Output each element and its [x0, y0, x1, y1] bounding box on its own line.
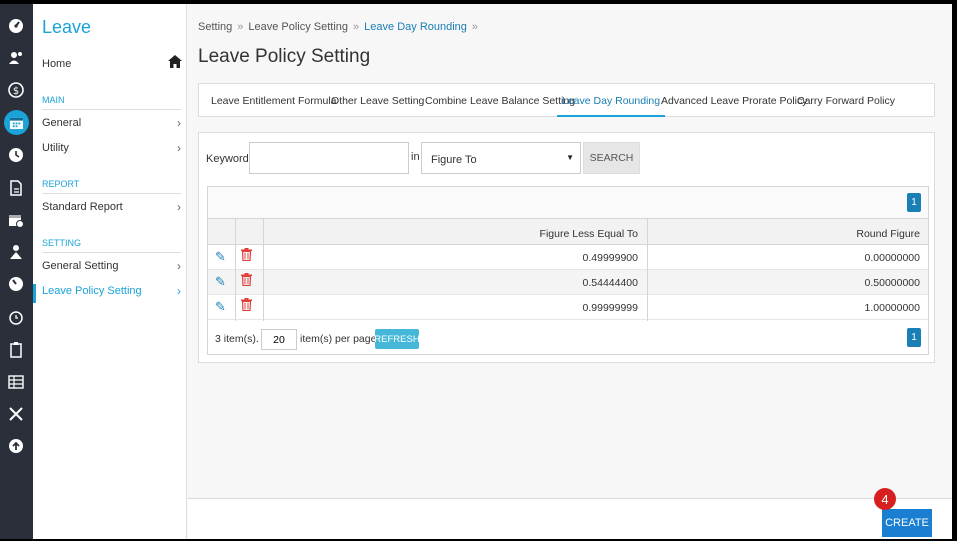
- items-count: 3 item(s).: [215, 333, 259, 345]
- grid-header: Figure Less Equal To Round Figure: [208, 219, 928, 245]
- document-icon[interactable]: [4, 176, 28, 200]
- pagination-page-top[interactable]: 1: [907, 193, 921, 212]
- refresh-button[interactable]: REFRESH: [374, 329, 420, 349]
- active-indicator: [33, 284, 36, 303]
- breadcrumb: Setting » Leave Policy Setting » Leave Day R…: [198, 21, 483, 33]
- tab-combine-leave-balance-setting[interactable]: Combine Leave Balance Setting: [423, 84, 577, 117]
- sidebar-item-label: Utility: [42, 142, 69, 154]
- column-header-figure-less-equal-to[interactable]: Figure Less Equal To: [468, 228, 638, 240]
- chevron-right-icon: ›: [177, 200, 181, 214]
- search-field-select[interactable]: Figure To ▼: [421, 142, 581, 174]
- sidebar-item-label: Home: [42, 58, 72, 70]
- sidebar-item-general-setting[interactable]: General Setting ›: [42, 259, 181, 273]
- sidebar-item-label: General: [42, 117, 82, 129]
- section-report: REPORT: [42, 179, 181, 194]
- tab-leave-day-rounding[interactable]: Leave Day Rounding: [557, 84, 666, 117]
- breadcrumb-item-setting[interactable]: Setting: [198, 21, 232, 33]
- grid-toolbar: 1: [208, 187, 928, 219]
- column-header-round-figure[interactable]: Round Figure: [648, 228, 920, 240]
- cell-figure-less-equal-to: 0.49999900: [582, 252, 638, 264]
- select-value: Figure To: [431, 154, 477, 166]
- chevron-right-icon: ›: [177, 116, 181, 130]
- edit-icon[interactable]: ✎: [215, 274, 226, 290]
- cell-figure-less-equal-to: 0.54444400: [582, 277, 638, 289]
- keyword-label: Keyword:: [206, 153, 252, 165]
- sidebar-item-standard-report[interactable]: Standard Report ›: [42, 200, 181, 214]
- clipboard-icon[interactable]: [4, 338, 28, 362]
- sidebar-item-utility[interactable]: Utility ›: [42, 141, 181, 155]
- section-main: MAIN: [42, 95, 181, 110]
- column-divider: [263, 219, 264, 321]
- trash-icon[interactable]: [241, 273, 254, 289]
- edit-icon[interactable]: ✎: [215, 249, 226, 265]
- table-row: ✎ 0.49999900 0.00000000: [208, 245, 928, 270]
- cell-round-figure: 0.00000000: [864, 252, 920, 264]
- table-icon[interactable]: [4, 370, 28, 394]
- edit-icon[interactable]: ✎: [215, 299, 226, 315]
- tab-other-leave-setting[interactable]: Other Leave Setting: [329, 84, 426, 117]
- column-divider: [235, 219, 236, 321]
- column-divider: [647, 219, 648, 321]
- breadcrumb-separator: »: [237, 21, 244, 33]
- dollar-icon[interactable]: $: [4, 78, 28, 102]
- tab-bar: Leave Entitlement Formula Other Leave Se…: [198, 83, 935, 117]
- icon-rail: $: [0, 4, 33, 539]
- sidebar-item-label: General Setting: [42, 260, 119, 272]
- chevron-right-icon: ›: [177, 284, 181, 298]
- sidebar: Leave Home MAIN General › Utility › REPO…: [33, 4, 187, 539]
- breadcrumb-separator: »: [471, 21, 479, 33]
- svg-text:$: $: [13, 86, 19, 97]
- tools-icon[interactable]: [4, 402, 28, 426]
- dashboard-icon[interactable]: [4, 14, 28, 38]
- create-button[interactable]: CREATE: [882, 509, 932, 537]
- step-badge: 4: [874, 488, 896, 510]
- users-icon[interactable]: [4, 46, 28, 70]
- sidebar-title: Leave: [42, 17, 92, 37]
- speedometer-icon[interactable]: [4, 272, 28, 296]
- table-row: ✎ 0.99999999 1.00000000: [208, 295, 928, 320]
- timer-icon[interactable]: [4, 305, 28, 329]
- search-button[interactable]: SEARCH: [583, 142, 640, 174]
- chevron-right-icon: ›: [177, 141, 181, 155]
- calendar-icon[interactable]: [4, 110, 29, 135]
- tab-carry-forward-policy[interactable]: Carry Forward Policy: [795, 84, 897, 117]
- clock-icon[interactable]: [4, 143, 28, 167]
- in-label: in: [411, 151, 420, 163]
- caret-down-icon: ▼: [566, 153, 574, 162]
- sidebar-item-label: Standard Report: [42, 201, 123, 213]
- home-icon: [168, 55, 182, 72]
- tab-leave-entitlement-formula[interactable]: Leave Entitlement Formula: [209, 84, 338, 117]
- sidebar-item-label: Leave Policy Setting: [42, 285, 142, 297]
- breadcrumb-item-current[interactable]: Leave Day Rounding: [364, 21, 467, 33]
- cell-figure-less-equal-to: 0.99999999: [582, 302, 638, 314]
- breadcrumb-item-leave-policy-setting[interactable]: Leave Policy Setting: [248, 21, 348, 33]
- cell-round-figure: 0.50000000: [864, 277, 920, 289]
- tab-advanced-leave-prorate-policy[interactable]: Advanced Leave Prorate Policy: [659, 84, 810, 117]
- section-setting: SETTING: [42, 238, 181, 253]
- people-icon[interactable]: [4, 240, 28, 264]
- sidebar-item-leave-policy-setting[interactable]: Leave Policy Setting ›: [42, 284, 181, 298]
- trash-icon[interactable]: [241, 298, 254, 314]
- table-row: ✎ 0.54444400 0.50000000: [208, 270, 928, 295]
- per-page-label: item(s) per page.: [300, 333, 380, 345]
- keyword-input[interactable]: [249, 142, 409, 174]
- grid-footer: 3 item(s). item(s) per page. REFRESH 1: [208, 321, 928, 356]
- per-page-input[interactable]: [261, 329, 297, 350]
- pagination-page-bottom[interactable]: 1: [907, 328, 921, 347]
- main-content: Setting » Leave Policy Setting » Leave Day R…: [188, 4, 952, 539]
- data-grid: 1 Figure Less Equal To Round Figure ✎ 0.…: [207, 186, 929, 355]
- content-panel: Keyword: in Figure To ▼ SEARCH 1 Figure …: [198, 132, 935, 363]
- page-title: Leave Policy Setting: [198, 46, 371, 67]
- chevron-right-icon: ›: [177, 259, 181, 273]
- breadcrumb-separator: »: [353, 21, 360, 33]
- calendar-check-icon[interactable]: [4, 208, 28, 232]
- sidebar-item-general[interactable]: General ›: [42, 116, 181, 130]
- sidebar-item-home[interactable]: Home: [42, 55, 182, 72]
- cell-round-figure: 1.00000000: [864, 302, 920, 314]
- bottom-action-bar: CREATE 4: [188, 488, 952, 539]
- upload-icon[interactable]: [4, 434, 28, 458]
- app-window: $ Leave Home MAIN General › Utility › RE…: [0, 4, 952, 539]
- trash-icon[interactable]: [241, 248, 254, 264]
